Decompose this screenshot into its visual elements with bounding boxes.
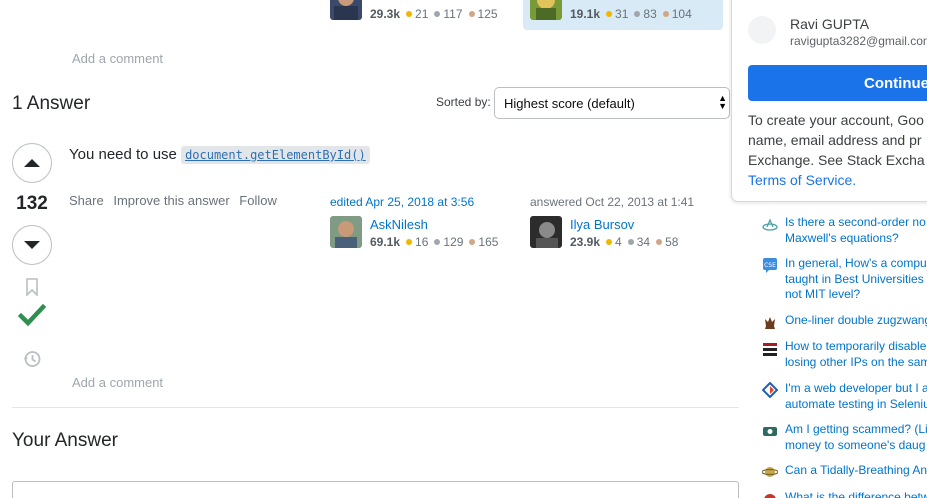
generic-icon [762, 492, 778, 498]
author-avatar[interactable] [530, 216, 562, 248]
edited-timestamp-link[interactable]: edited Apr 25, 2018 at 3:56 [330, 195, 520, 209]
follow-link[interactable]: Follow [239, 193, 277, 208]
select-arrows-icon: ▲ ▼ [718, 93, 727, 111]
question-owner-badges: 19.1k 31 83 104 [570, 7, 692, 21]
answer-body: You need to use document.getElementById(… [69, 146, 370, 164]
google-signin-popup: Ravi GUPTA ravigupta3282@gmail.com Conti… [731, 0, 927, 202]
accepted-check-icon [17, 303, 47, 329]
question-owner-card: 19.1k 31 83 104 [523, 0, 723, 30]
sort-select[interactable]: Highest score (default) ▲ ▼ [494, 87, 730, 119]
bookmark-button[interactable] [24, 278, 40, 297]
popup-disclaimer: To create your account, Goo name, email … [748, 112, 925, 190]
answer-divider [12, 407, 739, 408]
question-editor-card: 29.3k 21 117 125 [330, 0, 510, 24]
upvote-button[interactable] [12, 143, 52, 183]
continue-label: Continue [864, 75, 927, 92]
share-link[interactable]: Share [69, 193, 104, 208]
answer-editor-box[interactable] [12, 481, 739, 498]
serverfault-icon [762, 342, 778, 358]
question-add-comment-link[interactable]: Add a comment [72, 51, 163, 66]
answers-count-heading: 1 Answer [12, 93, 91, 114]
editor-avatar[interactable] [330, 0, 362, 20]
arrow-down-icon [24, 241, 40, 249]
sort-select-value: Highest score (default) [504, 96, 635, 111]
editor-name-link[interactable]: AskNilesh [370, 217, 428, 232]
answer-text: You need to use [69, 146, 177, 163]
answer-editor-signature: edited Apr 25, 2018 at 3:56 AskNilesh 69… [330, 195, 520, 250]
chess-icon [762, 314, 778, 330]
question-editor-badges: 29.3k 21 117 125 [370, 7, 498, 21]
answer-author-signature: answered Oct 22, 2013 at 1:41 Ilya Burso… [530, 195, 720, 250]
physics-icon [762, 217, 778, 233]
money-icon [762, 424, 778, 440]
answer-score: 132 [16, 193, 48, 214]
cse-icon: CSE [762, 257, 778, 273]
timeline-button[interactable] [22, 349, 42, 369]
your-answer-heading: Your Answer [12, 430, 118, 451]
account-email: ravigupta3282@gmail.com [790, 34, 927, 48]
history-icon [23, 351, 41, 367]
arrow-up-icon [24, 159, 40, 167]
answer-add-comment-link[interactable]: Add a comment [72, 375, 163, 390]
svg-text:CSE: CSE [764, 262, 776, 269]
improve-answer-link[interactable]: Improve this answer [113, 193, 229, 208]
owner-avatar[interactable] [530, 0, 562, 20]
editor-avatar[interactable] [330, 216, 362, 248]
author-badges: 23.9k 4 34 58 [570, 235, 679, 249]
editor-badges: 69.1k 16 129 165 [370, 235, 499, 249]
astronomy-icon [762, 464, 778, 480]
answer-code-link[interactable]: document.getElementById() [181, 146, 370, 164]
answer-post-menu: Share Improve this answer Follow [69, 193, 283, 208]
terms-link[interactable]: Terms of Service. [748, 170, 925, 190]
sorted-by-label: Sorted by: [436, 95, 491, 109]
answered-timestamp: answered Oct 22, 2013 at 1:41 [530, 195, 695, 209]
downvote-button[interactable] [12, 225, 52, 265]
account-avatar [748, 16, 776, 44]
sqa-icon [762, 382, 778, 398]
account-name: Ravi GUPTA [790, 16, 870, 32]
continue-button[interactable]: Continue [748, 65, 927, 101]
bookmark-icon [26, 278, 38, 297]
author-name-link[interactable]: Ilya Bursov [570, 217, 634, 232]
